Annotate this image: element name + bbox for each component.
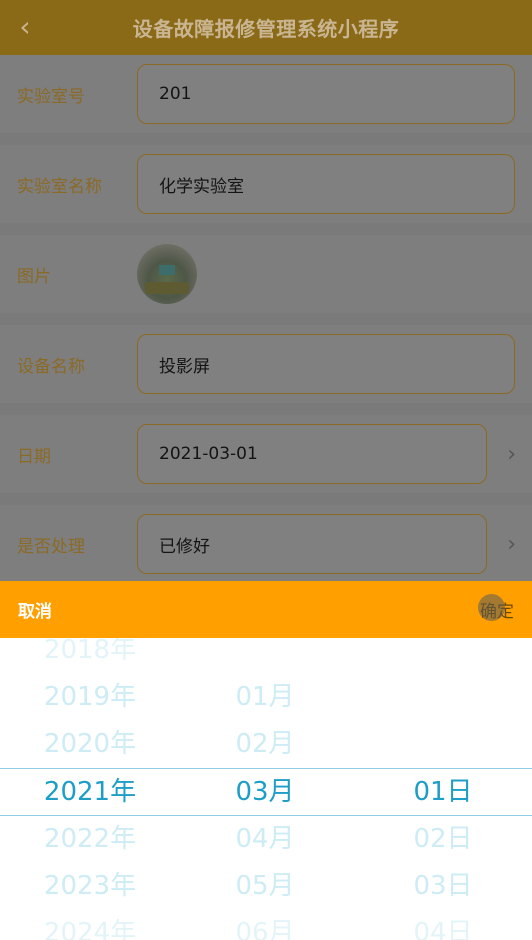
year-column[interactable]: 2018年 2019年 2020年 2021年 2022年 2023年 2024…	[0, 638, 180, 940]
handled-field[interactable]: 已修好	[137, 514, 487, 574]
device-name-label: 设备名称	[17, 356, 85, 377]
lab-name-field[interactable]: 化学实验室	[137, 154, 515, 214]
device-name-field[interactable]: 投影屏	[137, 334, 515, 394]
confirm-button[interactable]: 确定	[478, 594, 514, 622]
cancel-button[interactable]: 取消	[18, 597, 52, 622]
page-title: 设备故障报修管理系统小程序	[132, 17, 400, 41]
back-chevron-icon[interactable]: ‹	[14, 12, 36, 42]
month-option[interactable]: 01月	[175, 674, 355, 720]
day-option-selected[interactable]: 01日	[353, 769, 532, 815]
year-option[interactable]: 2023年	[0, 863, 180, 909]
handled-label: 是否处理	[17, 536, 85, 557]
day-column[interactable]: 01日 02日 03日 04日	[353, 638, 532, 940]
desks-shape	[145, 282, 189, 294]
date-field[interactable]: 2021-03-01	[137, 424, 487, 484]
lab-number-label: 实验室号	[17, 86, 85, 107]
lab-number-field[interactable]: 201	[137, 64, 515, 124]
month-option[interactable]: 04月	[175, 816, 355, 862]
year-option-selected[interactable]: 2021年	[0, 769, 180, 815]
row-device-name: 设备名称 投影屏	[0, 325, 532, 403]
lab-name-label: 实验室名称	[17, 176, 102, 197]
date-picker-wheel[interactable]: 2018年 2019年 2020年 2021年 2022年 2023年 2024…	[0, 638, 532, 940]
app-header: ‹ 设备故障报修管理系统小程序	[0, 0, 532, 55]
day-option[interactable]: 03日	[353, 863, 532, 909]
row-lab-number: 实验室号 201	[0, 55, 532, 133]
projector-screen-shape	[159, 265, 175, 275]
image-label: 图片	[17, 266, 51, 287]
month-option[interactable]: 02月	[175, 721, 355, 767]
year-option[interactable]: 2019年	[0, 674, 180, 720]
month-option-selected[interactable]: 03月	[175, 769, 355, 815]
chevron-right-icon: ›	[507, 531, 516, 557]
picker-toolbar: 取消 确定	[0, 581, 532, 638]
row-handled[interactable]: 是否处理 已修好 ›	[0, 505, 532, 583]
lab-image-thumbnail[interactable]	[137, 244, 197, 304]
day-option[interactable]: 02日	[353, 816, 532, 862]
row-date[interactable]: 日期 2021-03-01 ›	[0, 415, 532, 493]
row-image: 图片	[0, 235, 532, 313]
date-label: 日期	[17, 446, 51, 467]
year-option[interactable]: 2020年	[0, 721, 180, 767]
month-option[interactable]: 05月	[175, 863, 355, 909]
year-option[interactable]: 2024年	[0, 910, 180, 940]
year-option[interactable]: 2018年	[0, 638, 180, 673]
day-option[interactable]: 04日	[353, 910, 532, 940]
touch-indicator	[478, 594, 505, 621]
chevron-right-icon: ›	[507, 441, 516, 467]
row-lab-name: 实验室名称 化学实验室	[0, 145, 532, 223]
month-column[interactable]: 01月 02月 03月 04月 05月 06月	[175, 638, 355, 940]
month-option[interactable]: 06月	[175, 910, 355, 940]
year-option[interactable]: 2022年	[0, 816, 180, 862]
